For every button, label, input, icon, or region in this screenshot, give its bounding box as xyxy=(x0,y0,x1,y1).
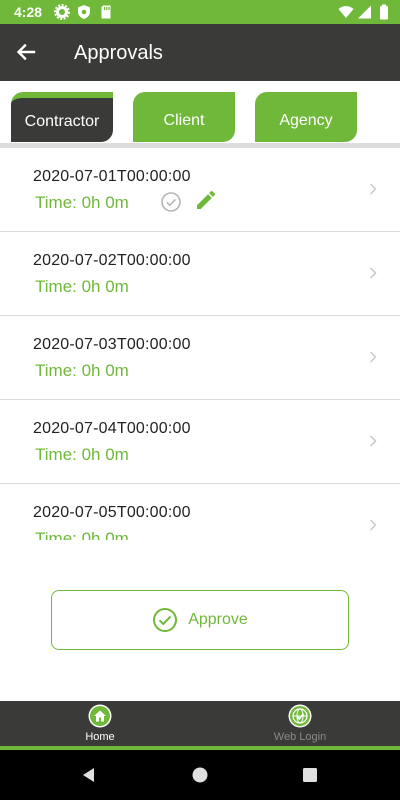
check-circle-icon xyxy=(152,607,178,633)
page-title: Approvals xyxy=(74,42,163,64)
approval-list[interactable]: 2020-07-01T00:00:00 Time: 0h 0m 2020-07-… xyxy=(0,148,400,540)
tab-contractor[interactable]: Contractor xyxy=(11,92,113,142)
entry-date: 2020-07-01T00:00:00 xyxy=(33,168,191,185)
tab-agency[interactable]: Agency xyxy=(255,92,357,142)
list-item[interactable]: 2020-07-05T00:00:00 Time: 0h 0m xyxy=(0,484,400,540)
status-time: 4:28 xyxy=(14,4,43,20)
tab-bar: Contractor Client Agency xyxy=(0,81,400,145)
check-circle-icon[interactable] xyxy=(160,191,182,213)
system-nav-bar xyxy=(0,750,400,800)
entry-time: Time: 0h 0m xyxy=(35,193,129,212)
back-triangle-icon[interactable] xyxy=(80,766,98,784)
nav-home[interactable]: Home xyxy=(0,701,200,746)
recents-square-icon[interactable] xyxy=(301,766,319,784)
app-bar: Approvals xyxy=(0,24,400,81)
globe-check-icon xyxy=(288,704,312,728)
chevron-right-icon xyxy=(368,434,378,448)
entry-time: Time: 0h 0m xyxy=(35,277,129,296)
shield-icon xyxy=(76,4,92,20)
entry-time: Time: 0h 0m xyxy=(35,361,129,380)
chevron-right-icon xyxy=(368,266,378,280)
approve-button[interactable]: Approve xyxy=(51,590,349,650)
entry-date: 2020-07-03T00:00:00 xyxy=(33,336,191,353)
list-item[interactable]: 2020-07-02T00:00:00 Time: 0h 0m xyxy=(0,232,400,316)
tab-contractor-label: Contractor xyxy=(24,113,100,130)
tab-client-label: Client xyxy=(163,112,205,129)
signal-icon xyxy=(356,4,372,20)
bottom-nav: Home Web Login xyxy=(0,701,400,746)
approve-button-label: Approve xyxy=(188,611,248,628)
entry-date: 2020-07-02T00:00:00 xyxy=(33,252,191,269)
chevron-right-icon xyxy=(368,350,378,364)
entry-time: Time: 0h 0m xyxy=(35,445,129,464)
wifi-icon xyxy=(338,4,354,20)
nav-home-label: Home xyxy=(85,731,115,743)
status-bar: 4:28 xyxy=(0,0,400,24)
back-button[interactable] xyxy=(12,38,40,66)
chevron-right-icon xyxy=(368,518,378,532)
list-item[interactable]: 2020-07-04T00:00:00 Time: 0h 0m xyxy=(0,400,400,484)
sd-card-icon xyxy=(98,4,114,20)
nav-web-login-label: Web Login xyxy=(273,731,327,743)
entry-time: Time: 0h 0m xyxy=(35,529,129,540)
entry-date: 2020-07-05T00:00:00 xyxy=(33,504,191,521)
list-item[interactable]: 2020-07-01T00:00:00 Time: 0h 0m xyxy=(0,148,400,232)
list-item[interactable]: 2020-07-03T00:00:00 Time: 0h 0m xyxy=(0,316,400,400)
home-circle-icon[interactable] xyxy=(191,766,209,784)
chevron-right-icon xyxy=(368,182,378,196)
battery-icon xyxy=(376,4,392,20)
approvals-screen: 4:28 Approvals Contractor Client Agency … xyxy=(0,0,400,800)
edit-pencil-icon[interactable] xyxy=(194,188,218,212)
tab-client[interactable]: Client xyxy=(133,92,235,142)
gear-icon xyxy=(54,4,70,20)
arrow-back-icon xyxy=(16,43,36,61)
nav-web-login[interactable]: Web Login xyxy=(200,701,400,746)
entry-date: 2020-07-04T00:00:00 xyxy=(33,420,191,437)
tab-agency-label: Agency xyxy=(279,112,333,129)
home-icon xyxy=(88,704,112,728)
